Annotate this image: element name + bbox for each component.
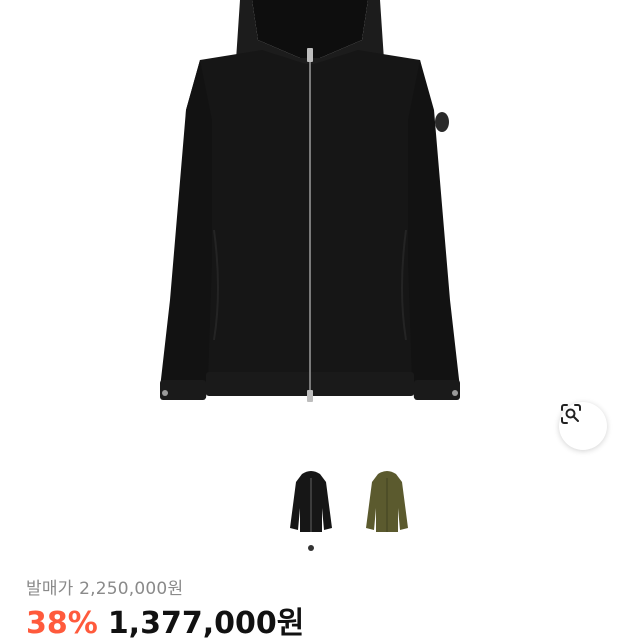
variant-thumbnails xyxy=(0,462,620,552)
original-price: 발매가 2,250,000원 xyxy=(26,579,184,599)
discount-rate: 38% xyxy=(26,606,98,641)
jacket-khaki-thumb xyxy=(366,471,408,532)
variant-thumb-khaki[interactable] xyxy=(362,468,412,536)
jacket-illustration xyxy=(160,0,460,402)
jacket-black-thumb xyxy=(290,471,332,532)
selected-variant-indicator xyxy=(308,545,314,551)
sale-price-row: 38% 1,377,000원 xyxy=(26,598,304,642)
image-search-button[interactable] xyxy=(559,402,607,450)
variant-thumb-black[interactable] xyxy=(286,468,336,536)
lens-search-icon xyxy=(561,404,581,424)
sale-price: 1,377,000원 xyxy=(107,606,305,641)
product-image[interactable] xyxy=(0,0,620,455)
